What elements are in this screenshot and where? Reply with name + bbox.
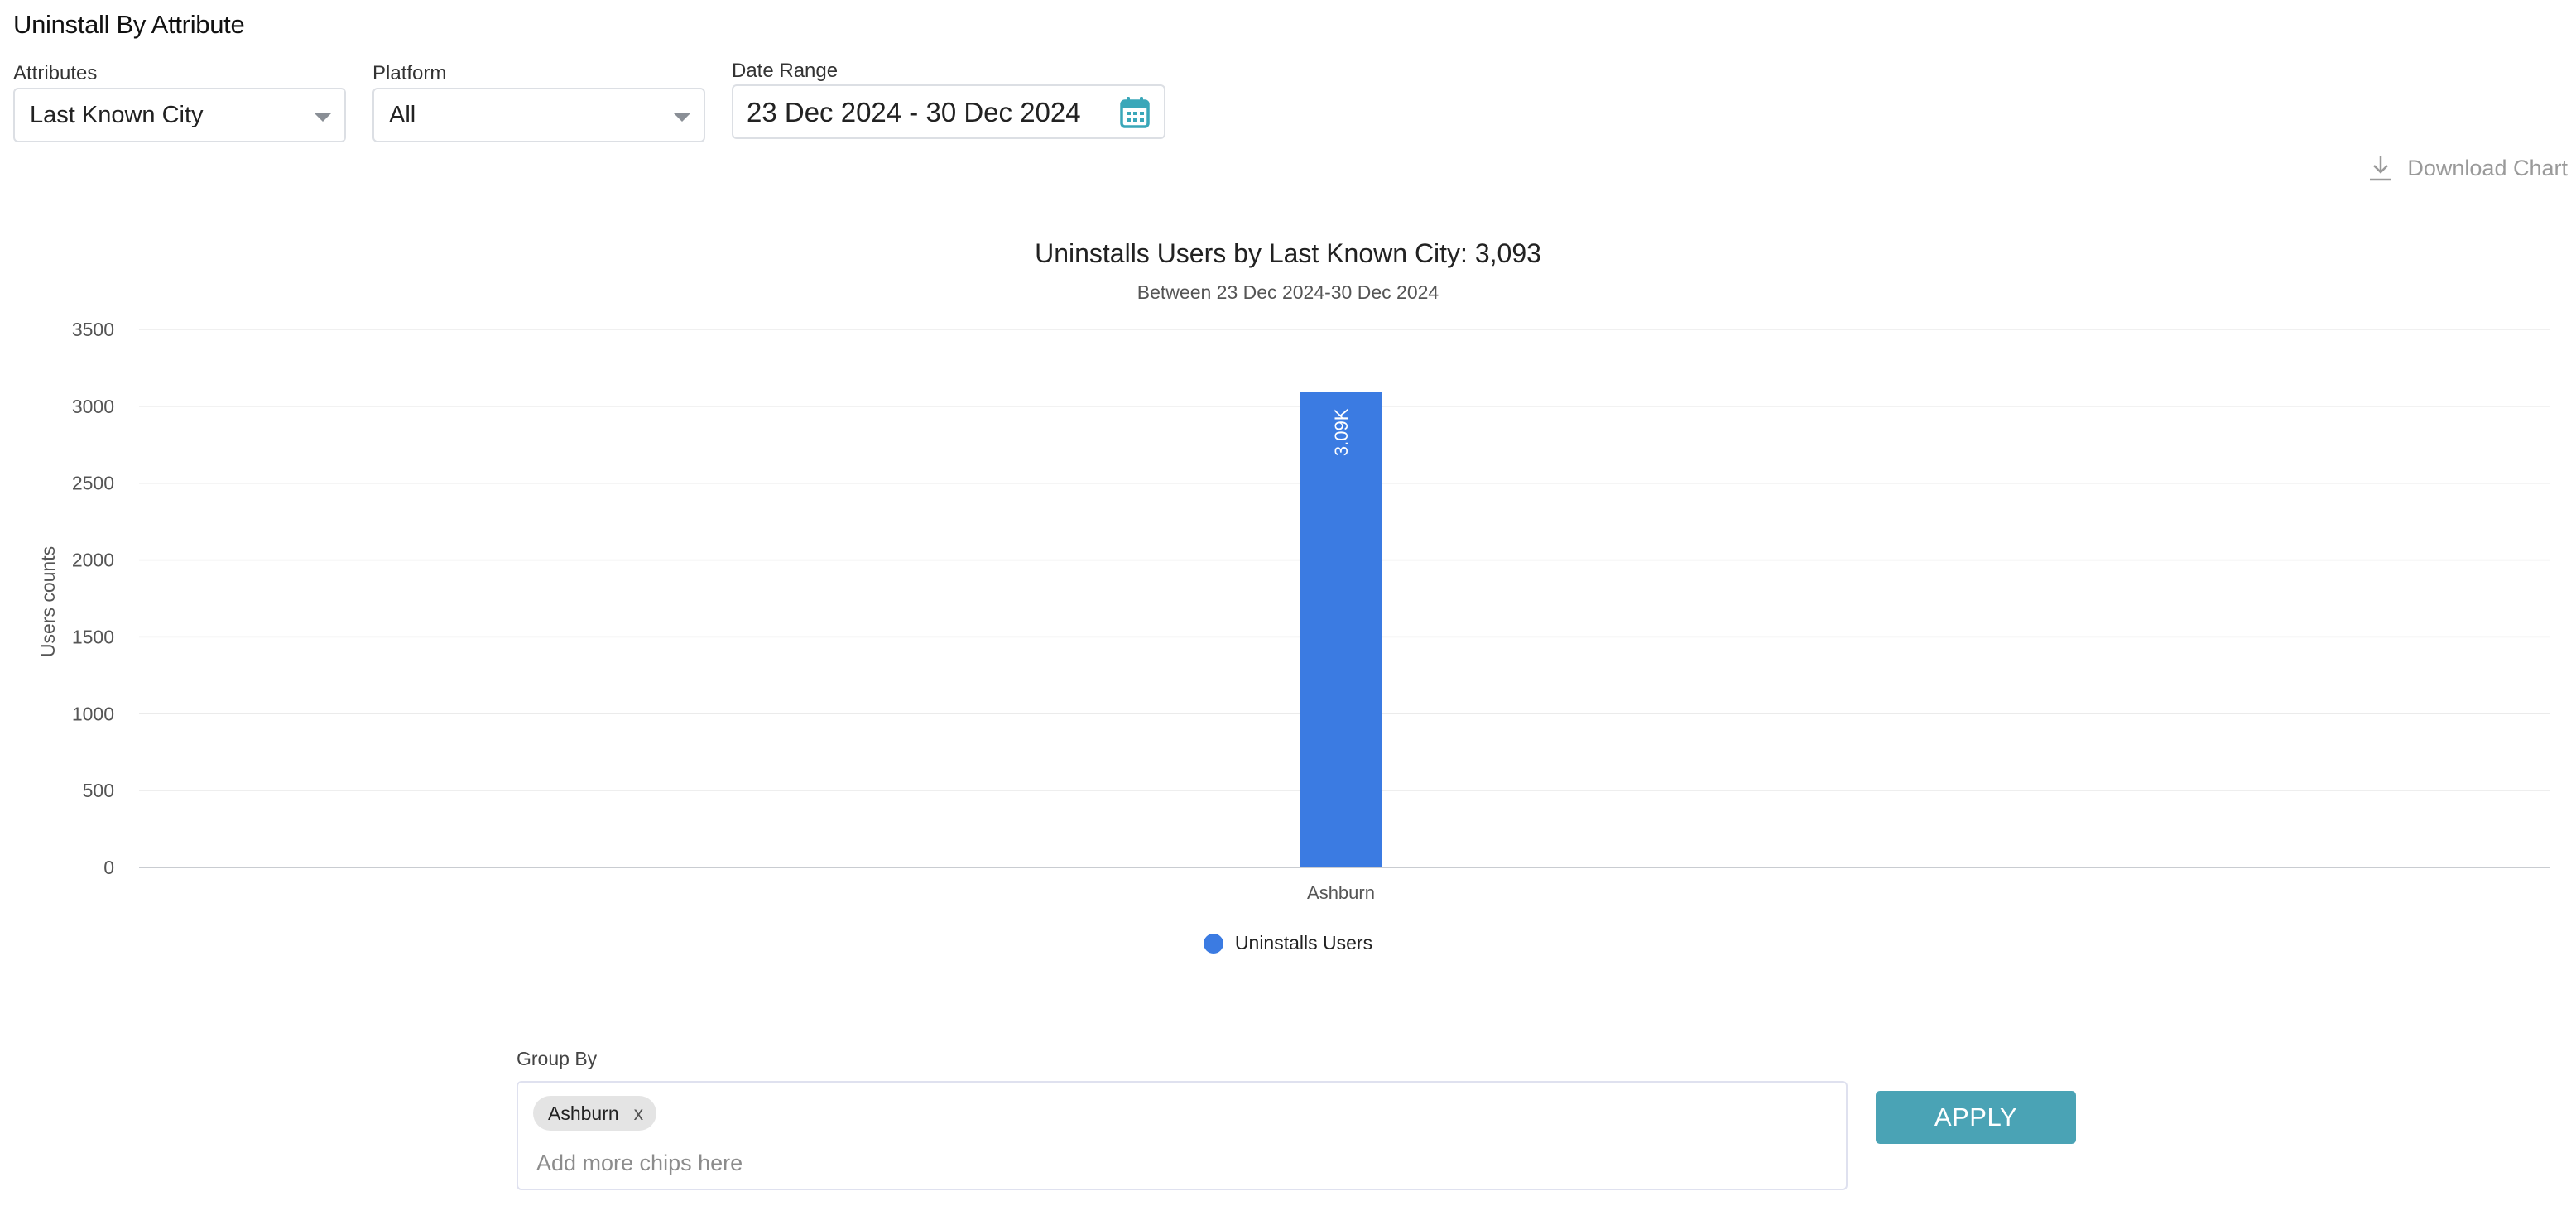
y-tick-label: 2000 bbox=[72, 550, 114, 571]
chart-title: Uninstalls Users by Last Known City: 3,0… bbox=[1035, 238, 1541, 268]
y-tick-label: 0 bbox=[103, 857, 114, 878]
y-tick-label: 1500 bbox=[72, 626, 114, 647]
chevron-down-icon bbox=[315, 113, 331, 122]
attributes-label: Attributes bbox=[13, 62, 98, 84]
download-icon bbox=[2370, 156, 2392, 181]
date-range-picker[interactable]: 23 Dec 2024 - 30 Dec 2024 bbox=[732, 84, 1165, 139]
platform-select-value: All bbox=[389, 102, 416, 128]
y-tick-label: 3500 bbox=[72, 319, 114, 340]
group-by-label: Group By bbox=[517, 1048, 598, 1069]
attributes-select[interactable]: Last Known City bbox=[13, 88, 346, 142]
chip-label: Ashburn bbox=[548, 1102, 619, 1124]
x-tick-label: Ashburn bbox=[1307, 882, 1375, 903]
chip-remove-icon[interactable]: x bbox=[634, 1102, 644, 1125]
bar-chart: 0 500 1000 1500 2000 2500 3000 3500 Users counts… bbox=[37, 319, 2550, 903]
chart-legend[interactable]: Uninstalls Users bbox=[0, 932, 2576, 954]
y-axis-label: Users counts bbox=[37, 546, 59, 657]
chevron-down-icon bbox=[674, 113, 690, 122]
bar-data-label: 3.09K bbox=[1331, 408, 1352, 456]
y-tick-label: 500 bbox=[83, 780, 114, 801]
download-chart-label: Download Chart bbox=[2407, 155, 2568, 180]
chips-placeholder[interactable]: Add more chips here bbox=[536, 1151, 743, 1176]
chip-ashburn: Ashburn x bbox=[533, 1096, 657, 1131]
y-tick-label: 3000 bbox=[72, 396, 114, 417]
platform-label: Platform bbox=[372, 62, 447, 84]
y-tick-label: 1000 bbox=[72, 703, 114, 724]
date-range-label: Date Range bbox=[732, 60, 839, 82]
bar bbox=[1300, 392, 1382, 868]
platform-select[interactable]: All bbox=[372, 88, 705, 142]
legend-label: Uninstalls Users bbox=[1234, 932, 1373, 954]
download-chart-button[interactable]: Download Chart bbox=[2367, 154, 2568, 182]
apply-button[interactable]: APPLY bbox=[1876, 1091, 2076, 1144]
calendar-icon[interactable] bbox=[1119, 96, 1151, 129]
legend-marker bbox=[1203, 933, 1223, 954]
y-tick-label: 2500 bbox=[72, 473, 114, 494]
page-title: Uninstall By Attribute bbox=[13, 10, 245, 39]
attributes-select-value: Last Known City bbox=[30, 102, 204, 128]
chart-subtitle: Between 23 Dec 2024-30 Dec 2024 bbox=[1137, 281, 1439, 303]
chips-input[interactable]: Ashburn x Add more chips here bbox=[517, 1081, 1848, 1190]
date-range-value: 23 Dec 2024 - 30 Dec 2024 bbox=[747, 97, 1081, 127]
